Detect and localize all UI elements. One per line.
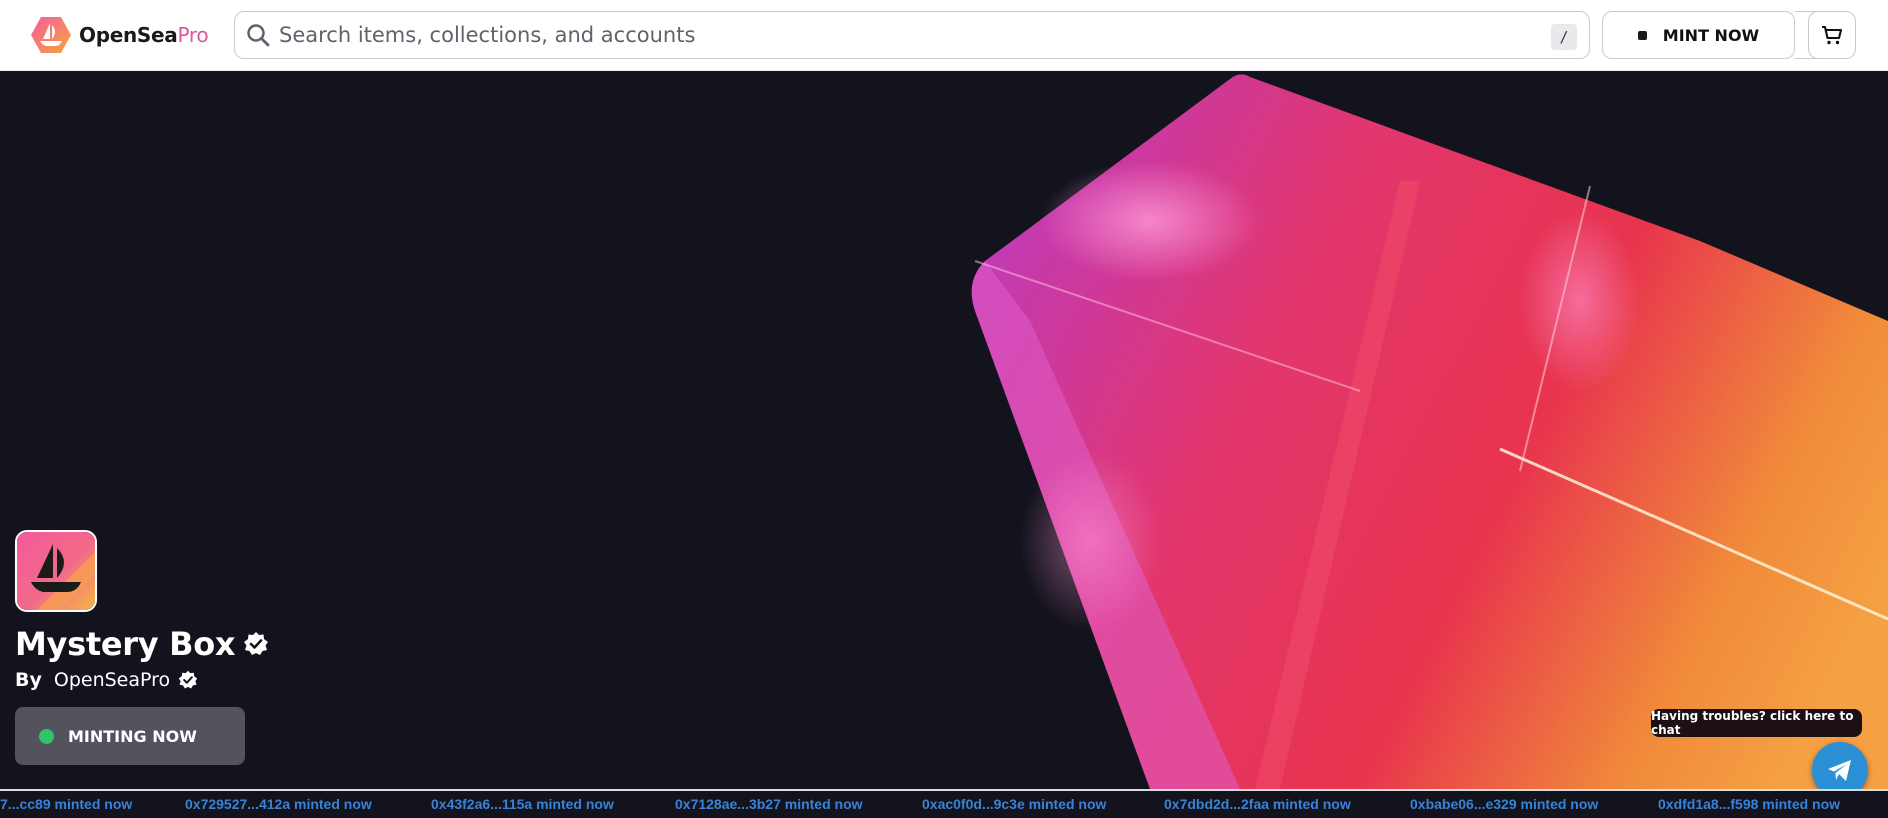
logo[interactable]: OpenSeaPro (31, 15, 209, 55)
creator-link[interactable]: OpenSeaPro (54, 669, 170, 691)
minting-status-label: MINTING NOW (68, 726, 197, 746)
mint-icon (1637, 30, 1647, 40)
search-icon (247, 24, 270, 47)
banner-image (971, 74, 1888, 789)
opensea-boat-icon (31, 17, 71, 53)
search-shortcut-key: / (1551, 24, 1577, 50)
cart-button[interactable] (1808, 11, 1856, 59)
mint-activity-ticker: 7...cc89 minted now 0x729527...412a mint… (0, 789, 1888, 818)
chat-button[interactable] (1812, 742, 1868, 789)
verified-badge-icon (244, 632, 269, 655)
logo-brand: OpenSea (79, 23, 178, 47)
creator-verified-icon (178, 670, 198, 689)
ticker-item: 0xac0f0d...9c3e minted now (922, 796, 1107, 812)
ticker-item: 0x7128ae...3b27 minted now (675, 796, 863, 812)
logo-suffix: Pro (177, 23, 209, 47)
opensea-logo-icon (17, 532, 95, 610)
mint-now-label: MINT NOW (1662, 25, 1760, 45)
search-placeholder: Search items, collections, and accounts (279, 23, 696, 47)
status-dot (39, 728, 54, 744)
chat-tooltip[interactable]: Having troubles? click here to chat (1651, 709, 1862, 737)
ticker-item: 0x43f2a6...115a minted now (431, 796, 614, 812)
ticker-item: 0xdfd1a8...f598 minted now (1658, 796, 1841, 812)
minting-status-badge: MINTING NOW (15, 707, 245, 765)
mint-now-button[interactable]: MINT NOW (1602, 11, 1795, 59)
telegram-icon (1828, 760, 1851, 781)
ticker-item: 0xbabe06...e329 minted now (1410, 796, 1599, 812)
top-nav: OpenSeaPro Search items, collections, an… (0, 0, 1888, 71)
ticker-item: 0x729527...412a minted now (185, 796, 372, 812)
search-input[interactable]: Search items, collections, and accounts … (234, 11, 1590, 59)
collection-name: Mystery Box (15, 625, 236, 663)
ticker-item: 7...cc89 minted now (0, 796, 133, 812)
creator-line: By OpenSeaPro (15, 669, 198, 691)
collection-avatar (15, 530, 97, 612)
ticker-item: 0x7dbd2d...2faa minted now (1164, 796, 1351, 812)
collection-title: Mystery Box (15, 625, 269, 663)
by-label: By (15, 669, 42, 691)
collection-banner: Mystery Box By OpenSeaPro MINTING NOW Ha… (0, 71, 1888, 789)
cart-icon (1822, 25, 1843, 45)
